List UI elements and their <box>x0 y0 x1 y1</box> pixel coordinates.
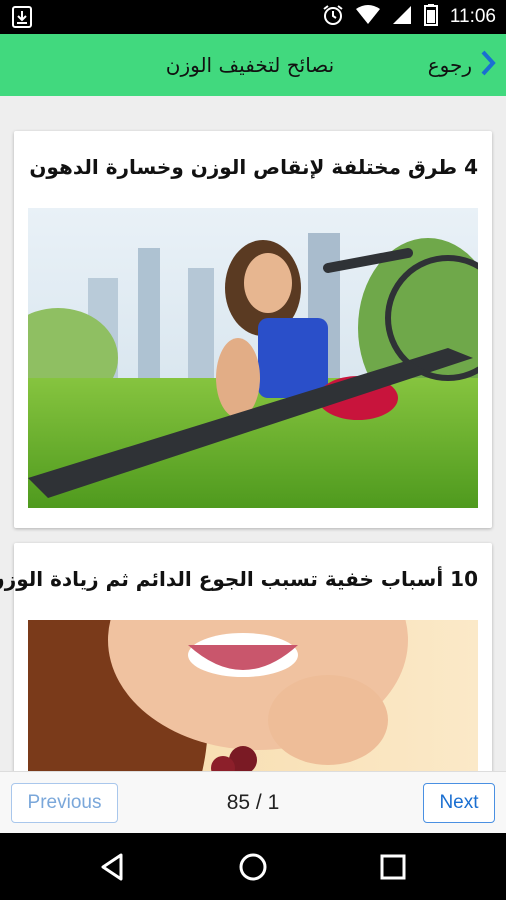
page-title: نصائح لتخفيف الوزن <box>165 53 335 77</box>
nav-recents-icon[interactable] <box>377 851 409 883</box>
app-header: نصائح لتخفيف الوزن رجوع <box>0 34 506 96</box>
nav-back-icon[interactable] <box>97 851 129 883</box>
article-image <box>28 620 478 771</box>
article-feed[interactable]: 4 طرق مختلفة لإنقاص الوزن وخسارة الدهون <box>0 96 506 771</box>
battery-icon <box>423 4 438 30</box>
article-title: 10 أسباب خفية تسبب الجوع الدائم ثم زيادة… <box>0 567 478 591</box>
alarm-icon <box>322 4 344 30</box>
back-button[interactable]: رجوع <box>428 34 496 96</box>
status-time: 11:06 <box>449 6 496 27</box>
next-button[interactable]: Next <box>423 783 495 823</box>
previous-button[interactable]: Previous <box>11 783 118 823</box>
article-card[interactable]: 10 أسباب خفية تسبب الجوع الدائم ثم زيادة… <box>0 543 492 771</box>
system-nav-bar <box>0 833 506 900</box>
pager: 85 / 1 Previous Next <box>0 771 506 833</box>
signal-icon <box>392 5 412 29</box>
download-icon <box>10 5 34 29</box>
chevron-right-icon <box>480 49 496 81</box>
nav-home-icon[interactable] <box>237 851 269 883</box>
status-bar: 11:06 <box>0 0 506 34</box>
wifi-icon <box>355 5 380 29</box>
article-card[interactable]: 4 طرق مختلفة لإنقاص الوزن وخسارة الدهون <box>14 131 492 528</box>
article-image <box>28 208 478 508</box>
back-label: رجوع <box>427 53 472 77</box>
article-title: 4 طرق مختلفة لإنقاص الوزن وخسارة الدهون <box>29 155 478 179</box>
